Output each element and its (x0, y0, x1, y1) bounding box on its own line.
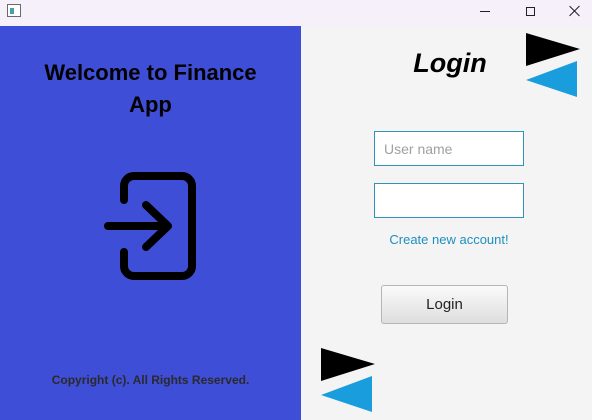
login-arrow-icon (104, 172, 196, 280)
login-button[interactable]: Login (381, 285, 508, 324)
decorative-triangles-icon (526, 33, 580, 97)
copyright-text: Copyright (c). All Rights Reserved. (51, 373, 250, 387)
welcome-heading-line2: App (129, 92, 172, 117)
title-bar (0, 0, 592, 26)
app-icon (7, 4, 21, 17)
close-icon (569, 5, 581, 17)
welcome-heading: Welcome to Finance App (0, 57, 301, 121)
username-input[interactable] (374, 131, 524, 166)
welcome-panel: Welcome to Finance App Copyright (c). Al… (0, 26, 301, 420)
login-title: Login (413, 48, 487, 78)
welcome-heading-line1: Welcome to Finance (44, 60, 257, 85)
decorative-triangles-icon (321, 348, 375, 412)
create-account-link[interactable]: Create new account! (374, 232, 524, 247)
maximize-icon (525, 6, 535, 16)
minimize-button[interactable] (462, 0, 508, 22)
close-button[interactable] (552, 0, 592, 22)
password-input[interactable] (374, 183, 524, 218)
maximize-button[interactable] (507, 0, 553, 22)
minimize-icon (480, 10, 490, 12)
